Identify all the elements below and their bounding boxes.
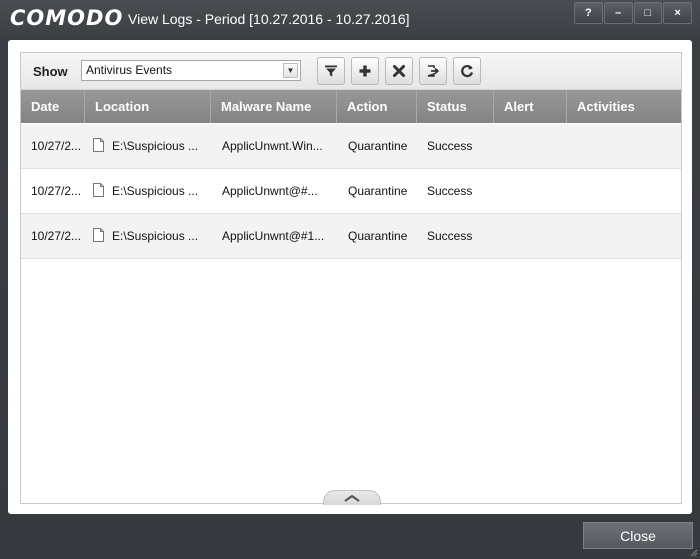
refresh-button[interactable] [453, 57, 481, 85]
column-header-status[interactable]: Status [417, 90, 494, 123]
remove-icon [393, 65, 405, 77]
cell-malware-name: ApplicUnwnt@#1... [222, 229, 325, 243]
cell-alert [504, 169, 566, 213]
view-logs-window: COMODO View Logs - Period [10.27.2016 - … [0, 0, 700, 559]
title-bar[interactable]: COMODO View Logs - Period [10.27.2016 - … [0, 0, 700, 40]
export-icon [427, 65, 440, 77]
close-window-button[interactable]: × [663, 2, 692, 24]
cell-action: Quarantine [348, 184, 408, 198]
filter-button[interactable] [317, 57, 345, 85]
cell-location: E:\Suspicious ... [112, 229, 199, 243]
add-button[interactable] [351, 57, 379, 85]
collapse-panel-button[interactable] [323, 490, 381, 505]
maximize-button[interactable]: □ [633, 2, 663, 24]
chevron-down-icon[interactable]: ▼ [283, 63, 298, 78]
cell-date: 10/27/2... [31, 184, 82, 198]
comodo-logo: COMODO [10, 6, 124, 30]
table-row[interactable]: 10/27/2... E:\Suspicious ... ApplicUnwnt… [21, 124, 681, 169]
log-type-value: Antivirus Events [86, 63, 173, 77]
cell-location: E:\Suspicious ... [112, 184, 199, 198]
log-toolbar: Show Antivirus Events ▼ [21, 53, 681, 90]
file-icon [93, 228, 104, 242]
window-title: View Logs - Period [10.27.2016 - 10.27.2… [128, 11, 410, 27]
column-header-malware-name[interactable]: Malware Name [211, 90, 337, 123]
column-header-activities[interactable]: Activities [567, 90, 681, 123]
cell-action: Quarantine [348, 139, 408, 153]
cell-status: Success [427, 139, 473, 153]
column-header-alert[interactable]: Alert [494, 90, 567, 123]
remove-button[interactable] [385, 57, 413, 85]
file-icon [93, 183, 104, 197]
log-type-select[interactable]: Antivirus Events ▼ [81, 60, 301, 81]
filter-icon [325, 65, 337, 77]
cell-malware-name: ApplicUnwnt.Win... [222, 139, 323, 153]
column-header-action[interactable]: Action [337, 90, 417, 123]
minimize-button[interactable]: – [603, 2, 633, 24]
add-icon [359, 65, 371, 77]
table-header: Date Location Malware Name Action Status… [21, 90, 681, 123]
cell-activities [577, 124, 677, 168]
cell-status: Success [427, 229, 473, 243]
cell-alert [504, 214, 566, 258]
column-header-location[interactable]: Location [85, 90, 211, 123]
help-button[interactable]: ? [574, 2, 603, 24]
export-button[interactable] [419, 57, 447, 85]
column-header-date[interactable]: Date [21, 90, 85, 123]
cell-activities [577, 214, 677, 258]
table-row[interactable]: 10/27/2... E:\Suspicious ... ApplicUnwnt… [21, 169, 681, 214]
cell-location: E:\Suspicious ... [112, 139, 199, 153]
cell-action: Quarantine [348, 229, 408, 243]
chevron-up-icon [344, 494, 360, 502]
cell-date: 10/27/2... [31, 229, 82, 243]
resize-grip-icon[interactable] [688, 547, 698, 557]
table-row[interactable]: 10/27/2... E:\Suspicious ... ApplicUnwnt… [21, 214, 681, 259]
cell-activities [577, 169, 677, 213]
cell-status: Success [427, 184, 473, 198]
content-panel: Show Antivirus Events ▼ Date Location Ma… [8, 40, 692, 514]
close-button[interactable]: Close [583, 522, 693, 549]
window-controls: ? – □ × [574, 2, 692, 24]
file-icon [93, 138, 104, 152]
cell-date: 10/27/2... [31, 139, 82, 153]
log-view: Show Antivirus Events ▼ Date Location Ma… [20, 52, 682, 505]
cell-malware-name: ApplicUnwnt@#... [222, 184, 318, 198]
cell-alert [504, 124, 566, 168]
refresh-icon [461, 64, 474, 78]
show-label: Show [33, 64, 68, 79]
